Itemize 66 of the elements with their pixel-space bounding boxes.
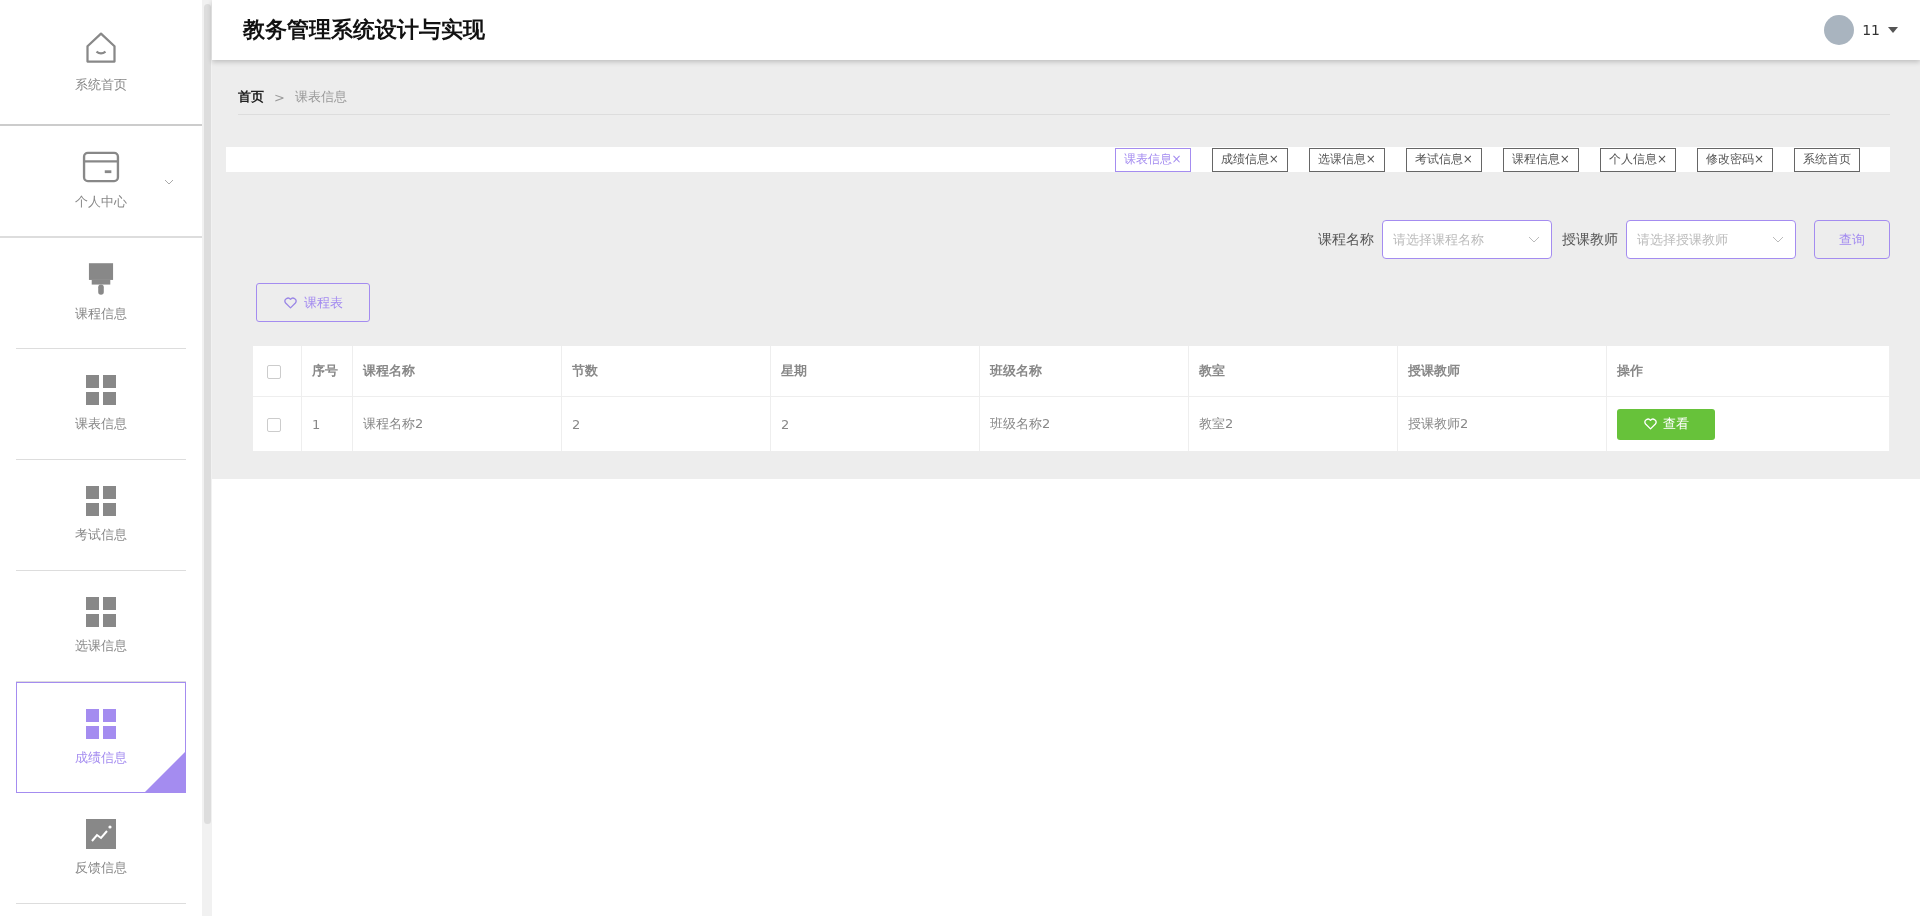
tab[interactable]: 考试信息×: [1405, 147, 1482, 172]
heart-icon: [1643, 418, 1657, 430]
tab[interactable]: 个人信息×: [1599, 147, 1676, 172]
sidebar-item[interactable]: 反馈信息: [16, 793, 186, 904]
column-header: 授课教师: [1397, 346, 1607, 397]
sidebar-item[interactable]: 课程信息: [16, 238, 186, 349]
avatar-placeholder[interactable]: [1824, 15, 1855, 45]
sidebar-item-label: 课程信息: [75, 305, 127, 323]
sidebar-item-label: 成绩信息: [75, 748, 127, 767]
select-all-checkbox[interactable]: [267, 364, 281, 379]
sidebar-item-label: 个人中心: [75, 193, 127, 211]
chevron-down-icon: [1772, 236, 1784, 243]
tab[interactable]: 系统首页: [1794, 147, 1860, 172]
table-cell: 2: [561, 396, 771, 451]
sidebar-item-label: 课表信息: [75, 415, 127, 433]
table-cell: 1: [301, 396, 353, 451]
user-name[interactable]: 11: [1862, 22, 1880, 38]
chevron-down-icon: [1528, 236, 1540, 243]
scrollbar-thumb[interactable]: [203, 4, 211, 824]
house-icon: [83, 30, 119, 66]
grid-icon: [86, 375, 116, 405]
chevron-down-icon: [164, 179, 174, 185]
table-cell: 课程名称2: [352, 396, 562, 451]
tab[interactable]: 成绩信息×: [1211, 147, 1288, 172]
column-header: 节数: [561, 346, 771, 397]
breadcrumb-item: 课表信息: [294, 88, 347, 106]
sidebar-item[interactable]: 考试信息: [16, 460, 186, 571]
sidebar-item-label: 选课信息: [75, 637, 127, 655]
tab[interactable]: 修改密码×: [1696, 147, 1773, 172]
search-button[interactable]: 查询: [1814, 220, 1890, 259]
column-header: 星期: [770, 346, 980, 397]
table-cell: 2: [770, 396, 980, 451]
app-title: 教务管理系统设计与实现: [243, 16, 485, 44]
column-header: 序号: [301, 346, 353, 397]
breadcrumb-separator: >: [274, 89, 285, 105]
heart-icon: [283, 296, 297, 309]
column-header: 班级名称: [979, 346, 1189, 397]
card-icon: [82, 151, 120, 183]
grid-icon: [86, 597, 116, 627]
tab[interactable]: 选课信息×: [1308, 147, 1385, 172]
tab[interactable]: 课表信息×: [1114, 147, 1191, 172]
trend-chart-icon: [86, 819, 116, 849]
sidebar-item[interactable]: 选课信息: [16, 571, 186, 682]
row-checkbox[interactable]: [267, 417, 281, 432]
grid-icon: [86, 486, 116, 516]
column-header: 操作: [1606, 346, 1890, 397]
column-header: 课程名称: [352, 346, 562, 397]
select-field[interactable]: 请选择课程名称: [1382, 220, 1552, 259]
table-cell: 班级名称2: [979, 396, 1189, 451]
view-button[interactable]: 查看: [1617, 408, 1715, 440]
table-cell: 授课教师2: [1397, 396, 1607, 451]
sidebar-item-label: 考试信息: [75, 526, 127, 544]
filter-label: 授课教师: [1562, 230, 1618, 249]
breadcrumb-item[interactable]: 首页: [238, 88, 264, 106]
brush-icon: [88, 263, 114, 295]
table-cell: 教室2: [1188, 396, 1398, 451]
sidebar-item-label: 系统首页: [75, 76, 127, 94]
sidebar-item[interactable]: 课表信息: [16, 349, 186, 460]
grid-icon: [86, 708, 116, 739]
tab[interactable]: 课程信息×: [1502, 147, 1579, 172]
caret-icon[interactable]: [1888, 27, 1898, 33]
schedule-button[interactable]: 课程表: [256, 283, 370, 322]
sidebar-item-label: 反馈信息: [75, 859, 127, 877]
column-header: 教室: [1188, 346, 1398, 397]
select-field[interactable]: 请选择授课教师: [1626, 220, 1796, 259]
filter-label: 课程名称: [1318, 230, 1374, 249]
